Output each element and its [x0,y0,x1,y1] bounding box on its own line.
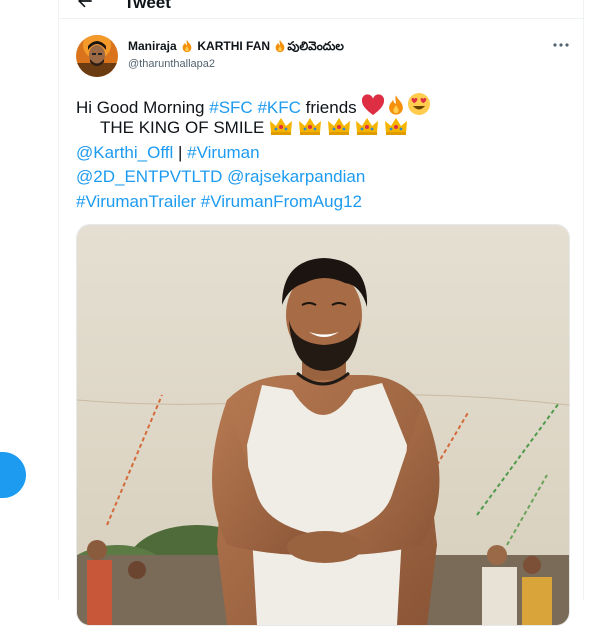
hashtag-sfc[interactable]: #SFC [209,98,252,117]
greeting-text: Hi Good Morning [76,98,210,117]
friends-text: friends [300,98,362,117]
tweet-line-1: Hi Good Morning #SFC #KFC friends [76,92,556,117]
page-title: Tweet [124,0,171,12]
hashtag-viruman[interactable]: #Viruman [187,143,259,162]
red-heart-icon [362,94,385,115]
hashtag-kfc[interactable]: #KFC [257,98,300,117]
king-text: THE KING OF SMILE [100,118,270,138]
header-divider [59,18,583,19]
tweet-media-photo[interactable] [76,224,570,626]
mention-karthi[interactable]: @Karthi_Offl [76,143,173,162]
display-name-text: Maniraja [128,39,177,53]
fire-icon [182,39,192,53]
hashtag-viruman-from-aug12[interactable]: #VirumanFromAug12 [201,192,362,211]
tweet-line-3: @Karthi_Offl | #Viruman [76,141,556,165]
tweet-line-5: #VirumanTrailer #VirumanFromAug12 [76,190,556,214]
heart-eyes-icon [408,93,431,115]
crown-icon [356,118,379,136]
tweet-text: Hi Good Morning #SFC #KFC friends THE KI… [76,92,556,214]
avatar[interactable] [76,35,118,77]
crown-icon [385,118,408,136]
crown-icon [327,118,350,136]
separator-text: | [173,142,188,162]
hashtag-viruman-trailer[interactable]: #VirumanTrailer [76,192,196,211]
mention-rajsekar[interactable]: @rajsekarpandian [227,167,365,186]
crown-icon [298,118,321,136]
timeline-right-border [583,0,584,600]
timeline-left-border [58,0,59,600]
tweet-line-4: @2D_ENTPVTLTD @rajsekarpandian [76,165,556,189]
tweet-compose-button[interactable] [0,452,26,498]
display-name-place: పులివెందుల [287,39,344,53]
fire-icon [389,95,404,115]
more-horizontal-icon[interactable] [551,38,571,52]
display-name[interactable]: Maniraja KARTHI FAN పులివెందుల [128,39,344,56]
fire-icon [276,39,285,53]
user-handle[interactable]: @tharunthallapa2 [128,58,215,70]
tweet-line-2: THE KING OF SMILE [76,116,556,140]
back-arrow-icon[interactable] [75,0,95,11]
mention-2d-ent[interactable]: @2D_ENTPVTLTD [76,167,222,186]
display-name-tag: KARTHI FAN [197,39,271,53]
crown-icon [270,118,293,136]
